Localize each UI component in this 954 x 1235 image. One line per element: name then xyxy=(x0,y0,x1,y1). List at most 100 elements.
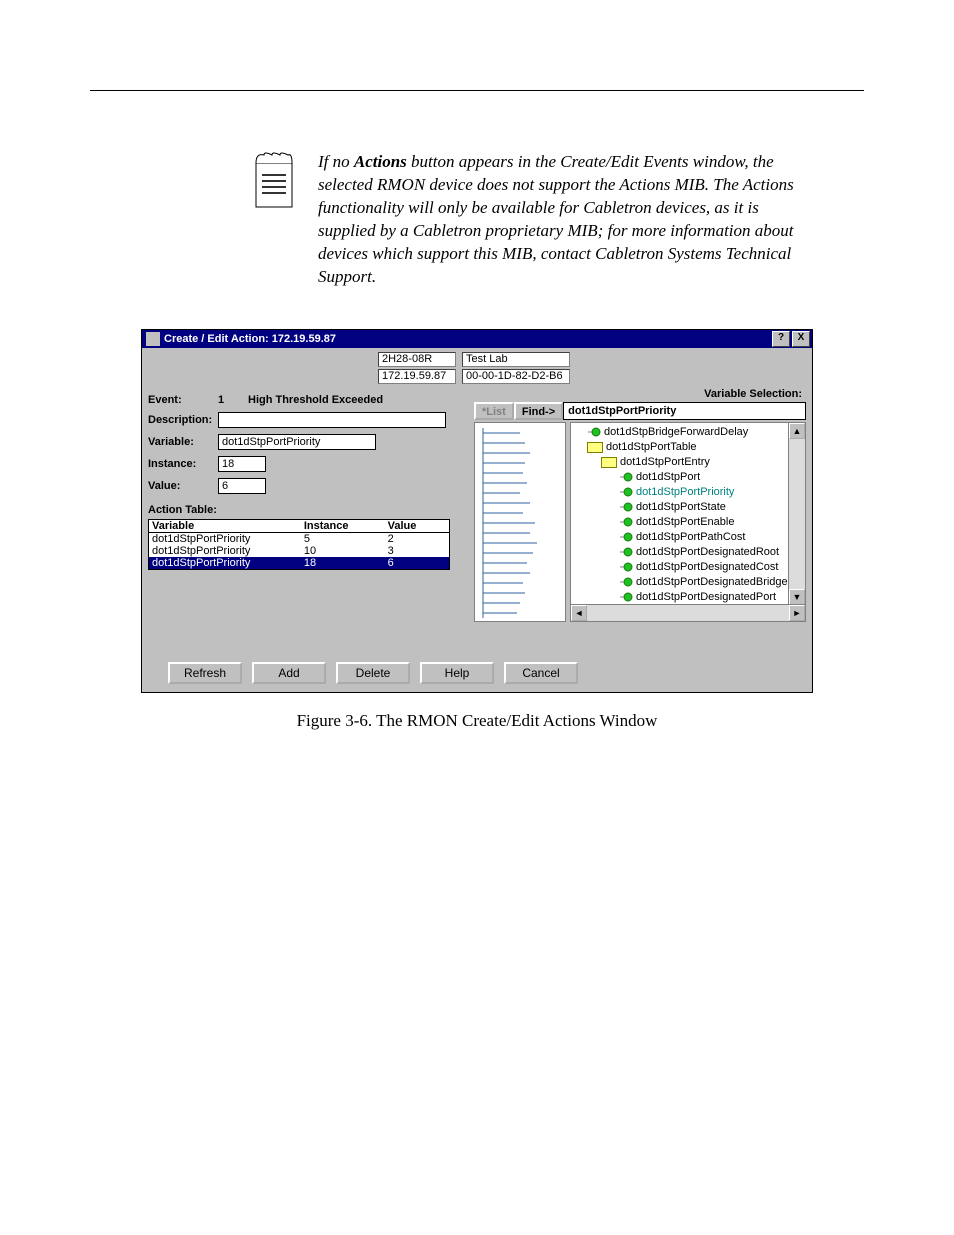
value-row: Value: 6 xyxy=(148,478,468,494)
top-rule xyxy=(90,90,864,91)
close-title-button[interactable]: X xyxy=(792,331,810,347)
tree-item-label: dot1dStpPortDesignatedBridge xyxy=(636,576,788,588)
variable-input[interactable]: dot1dStpPortPriority xyxy=(218,434,376,450)
device-name-cell: 2H28-08R xyxy=(378,352,456,367)
tree-leaf[interactable]: dot1dStpPortPriority xyxy=(575,485,785,500)
leaf-icon xyxy=(619,502,633,512)
hdr-instance: Instance xyxy=(301,520,385,532)
mib-preview[interactable] xyxy=(474,422,566,622)
window-title: Create / Edit Action: 172.19.59.87 xyxy=(164,333,770,345)
leaf-icon xyxy=(619,532,633,542)
leaf-icon xyxy=(619,562,633,572)
tree-item-label: dot1dStpPort xyxy=(636,471,700,483)
event-label: Event: xyxy=(148,394,218,406)
caption-prefix: Figure 3-6. xyxy=(297,711,377,730)
tree-item-label: dot1dStpPortEnable xyxy=(636,516,734,528)
scroll-right-icon[interactable]: ► xyxy=(789,605,805,621)
tree-item-label: dot1dStpPortPathCost xyxy=(636,531,745,543)
hdr-value: Value xyxy=(385,520,449,532)
leaf-icon xyxy=(619,487,633,497)
table-cell: dot1dStpPortPriority xyxy=(149,545,301,557)
note-post: button appears in the Create/Edit Events… xyxy=(318,152,794,286)
instance-input[interactable]: 18 xyxy=(218,456,266,472)
folder-icon xyxy=(587,442,603,453)
tree-item-label: dot1dStpPortDesignatedCost xyxy=(636,561,778,573)
table-row[interactable]: dot1dStpPortPriority52 xyxy=(149,533,449,545)
table-row[interactable]: dot1dStpPortPriority186 xyxy=(149,557,449,569)
tree-item-label: dot1dStpPortDesignatedRoot xyxy=(636,546,779,558)
list-button[interactable]: *List xyxy=(474,402,514,420)
folder-icon xyxy=(601,457,617,468)
location-cell: Test Lab xyxy=(462,352,570,367)
system-menu-icon[interactable] xyxy=(146,332,160,346)
tree-leaf[interactable]: dot1dStpPortPathCost xyxy=(575,530,785,545)
tree-leaf[interactable]: dot1dStpPort xyxy=(575,470,785,485)
note-block: If no Actions button appears in the Crea… xyxy=(250,151,804,289)
tree-leaf[interactable]: dot1dStpPortDesignatedBridge xyxy=(575,575,785,590)
add-button[interactable]: Add xyxy=(252,662,326,684)
scroll-up-icon[interactable]: ▲ xyxy=(789,423,805,439)
tree-leaf[interactable]: dot1dStpPortDesignatedPort xyxy=(575,590,785,605)
description-row: Description: xyxy=(148,412,468,428)
tree-leaf[interactable]: dot1dStpBridgeForwardDelay xyxy=(575,425,785,440)
tree-leaf[interactable]: dot1dStpPortState xyxy=(575,500,785,515)
help-button[interactable]: Help xyxy=(420,662,494,684)
delete-button[interactable]: Delete xyxy=(336,662,410,684)
tree-item-label: dot1dStpPortPriority xyxy=(636,486,734,498)
event-number: 1 xyxy=(218,394,248,406)
table-cell: 3 xyxy=(385,545,449,557)
scroll-down-icon[interactable]: ▼ xyxy=(789,589,805,605)
value-label: Value: xyxy=(148,480,218,492)
tree-leaf[interactable]: dot1dStpPortDesignatedCost xyxy=(575,560,785,575)
tree-leaf[interactable]: dot1dStpPortDesignatedRoot xyxy=(575,545,785,560)
find-button[interactable]: Find-> xyxy=(514,402,563,420)
instance-row: Instance: 18 xyxy=(148,456,468,472)
action-table[interactable]: Variable Instance Value dot1dStpPortPrio… xyxy=(148,519,450,570)
selection-field[interactable]: dot1dStpPortPriority xyxy=(563,402,806,420)
table-cell: 5 xyxy=(301,533,385,545)
tree-item-label: dot1dStpPortEntry xyxy=(620,456,710,468)
hdr-variable: Variable xyxy=(149,520,301,532)
variable-selection-label: Variable Selection: xyxy=(474,388,806,400)
tree-item-label: dot1dStpPortState xyxy=(636,501,726,513)
leaf-icon xyxy=(619,577,633,587)
info-row-1: 2H28-08R Test Lab xyxy=(148,352,806,367)
vertical-scrollbar[interactable]: ▲ ▼ xyxy=(788,423,805,605)
leaf-icon xyxy=(619,592,633,602)
value-input[interactable]: 6 xyxy=(218,478,266,494)
leaf-icon xyxy=(619,517,633,527)
button-row: Refresh Add Delete Help Cancel xyxy=(168,662,806,684)
tree-item-label: dot1dStpBridgeForwardDelay xyxy=(604,426,748,438)
table-cell: 10 xyxy=(301,545,385,557)
scroll-track[interactable] xyxy=(789,439,805,589)
leaf-icon xyxy=(619,547,633,557)
event-row: Event: 1 High Threshold Exceeded xyxy=(148,394,468,406)
horizontal-scrollbar[interactable]: ◄ ► xyxy=(571,604,805,621)
ip-cell: 172.19.59.87 xyxy=(378,369,456,384)
tree-panel[interactable]: dot1dStpBridgeForwardDelay dot1dStpPortTa… xyxy=(570,422,806,622)
help-title-button[interactable]: ? xyxy=(772,331,790,347)
note-text: If no Actions button appears in the Crea… xyxy=(318,151,804,289)
tree-leaf[interactable]: dot1dStpPortEnable xyxy=(575,515,785,530)
caption-text: The RMON Create/Edit Actions Window xyxy=(376,711,657,730)
tree-item-label: dot1dStpPortTable xyxy=(606,441,697,453)
table-cell: 2 xyxy=(385,533,449,545)
note-bold: Actions xyxy=(354,152,407,171)
scroll-left-icon[interactable]: ◄ xyxy=(571,605,587,621)
action-table-label: Action Table: xyxy=(148,504,468,516)
table-row[interactable]: dot1dStpPortPriority103 xyxy=(149,545,449,557)
action-window: Create / Edit Action: 172.19.59.87 ? X 2… xyxy=(141,329,813,693)
titlebar[interactable]: Create / Edit Action: 172.19.59.87 ? X xyxy=(142,330,812,348)
description-input[interactable] xyxy=(218,412,446,428)
figure-caption: Figure 3-6. The RMON Create/Edit Actions… xyxy=(90,711,864,731)
leaf-icon xyxy=(619,472,633,482)
variable-label: Variable: xyxy=(148,436,218,448)
info-row-2: 172.19.59.87 00-00-1D-82-D2-B6 xyxy=(148,369,806,384)
tree-folder[interactable]: dot1dStpPortEntry xyxy=(575,455,785,470)
instance-label: Instance: xyxy=(148,458,218,470)
tree-folder[interactable]: dot1dStpPortTable xyxy=(575,440,785,455)
refresh-button[interactable]: Refresh xyxy=(168,662,242,684)
hscroll-track[interactable] xyxy=(587,605,789,621)
mac-cell: 00-00-1D-82-D2-B6 xyxy=(462,369,570,384)
cancel-button[interactable]: Cancel xyxy=(504,662,578,684)
